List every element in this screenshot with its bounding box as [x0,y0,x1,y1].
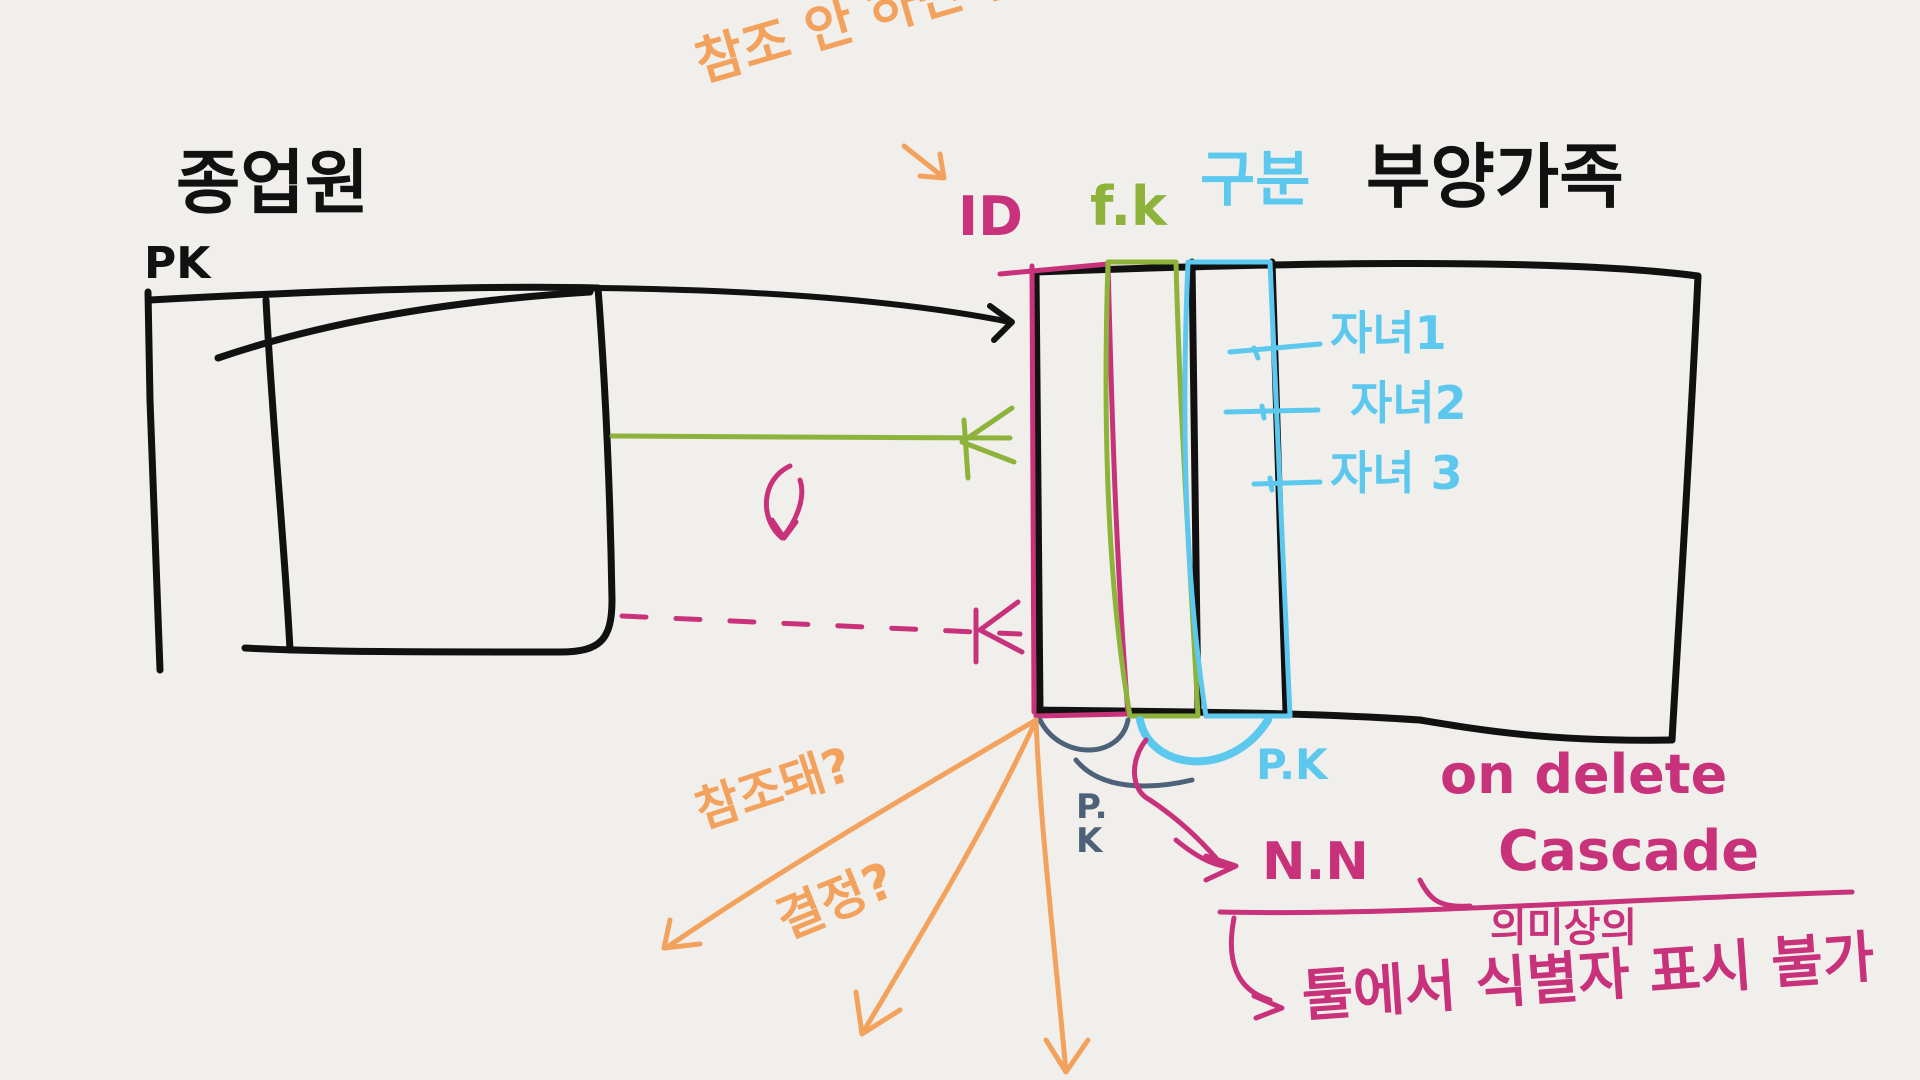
child-1: 자녀1 [1330,306,1447,360]
nn-label: N.N [1262,832,1369,892]
cascade-label: Cascade [1498,819,1760,884]
reference-arrow [595,285,1015,343]
employee-entity [144,283,616,674]
id-label: ID [958,185,1023,248]
fk-label: f.k [1090,175,1167,238]
employee-title: 종업원 [176,142,370,224]
pk-label: PK [144,238,211,289]
pk-blue-label: P.K [1256,740,1328,789]
dashed-relation [619,463,1025,665]
dependents-title: 부양가족 [1366,136,1624,218]
divider-column [1182,259,1323,719]
on-delete-label: on delete [1440,743,1728,806]
child-3: 자녀 3 [1330,446,1463,500]
fk-relation [609,405,1017,481]
pk-slate-label: P.K [1076,787,1108,861]
divider-label: 구분 [1200,145,1311,215]
child-2: 자녀2 [1350,376,1467,430]
orange-arrows [661,143,1091,1075]
pk-arcs [1037,716,1272,883]
